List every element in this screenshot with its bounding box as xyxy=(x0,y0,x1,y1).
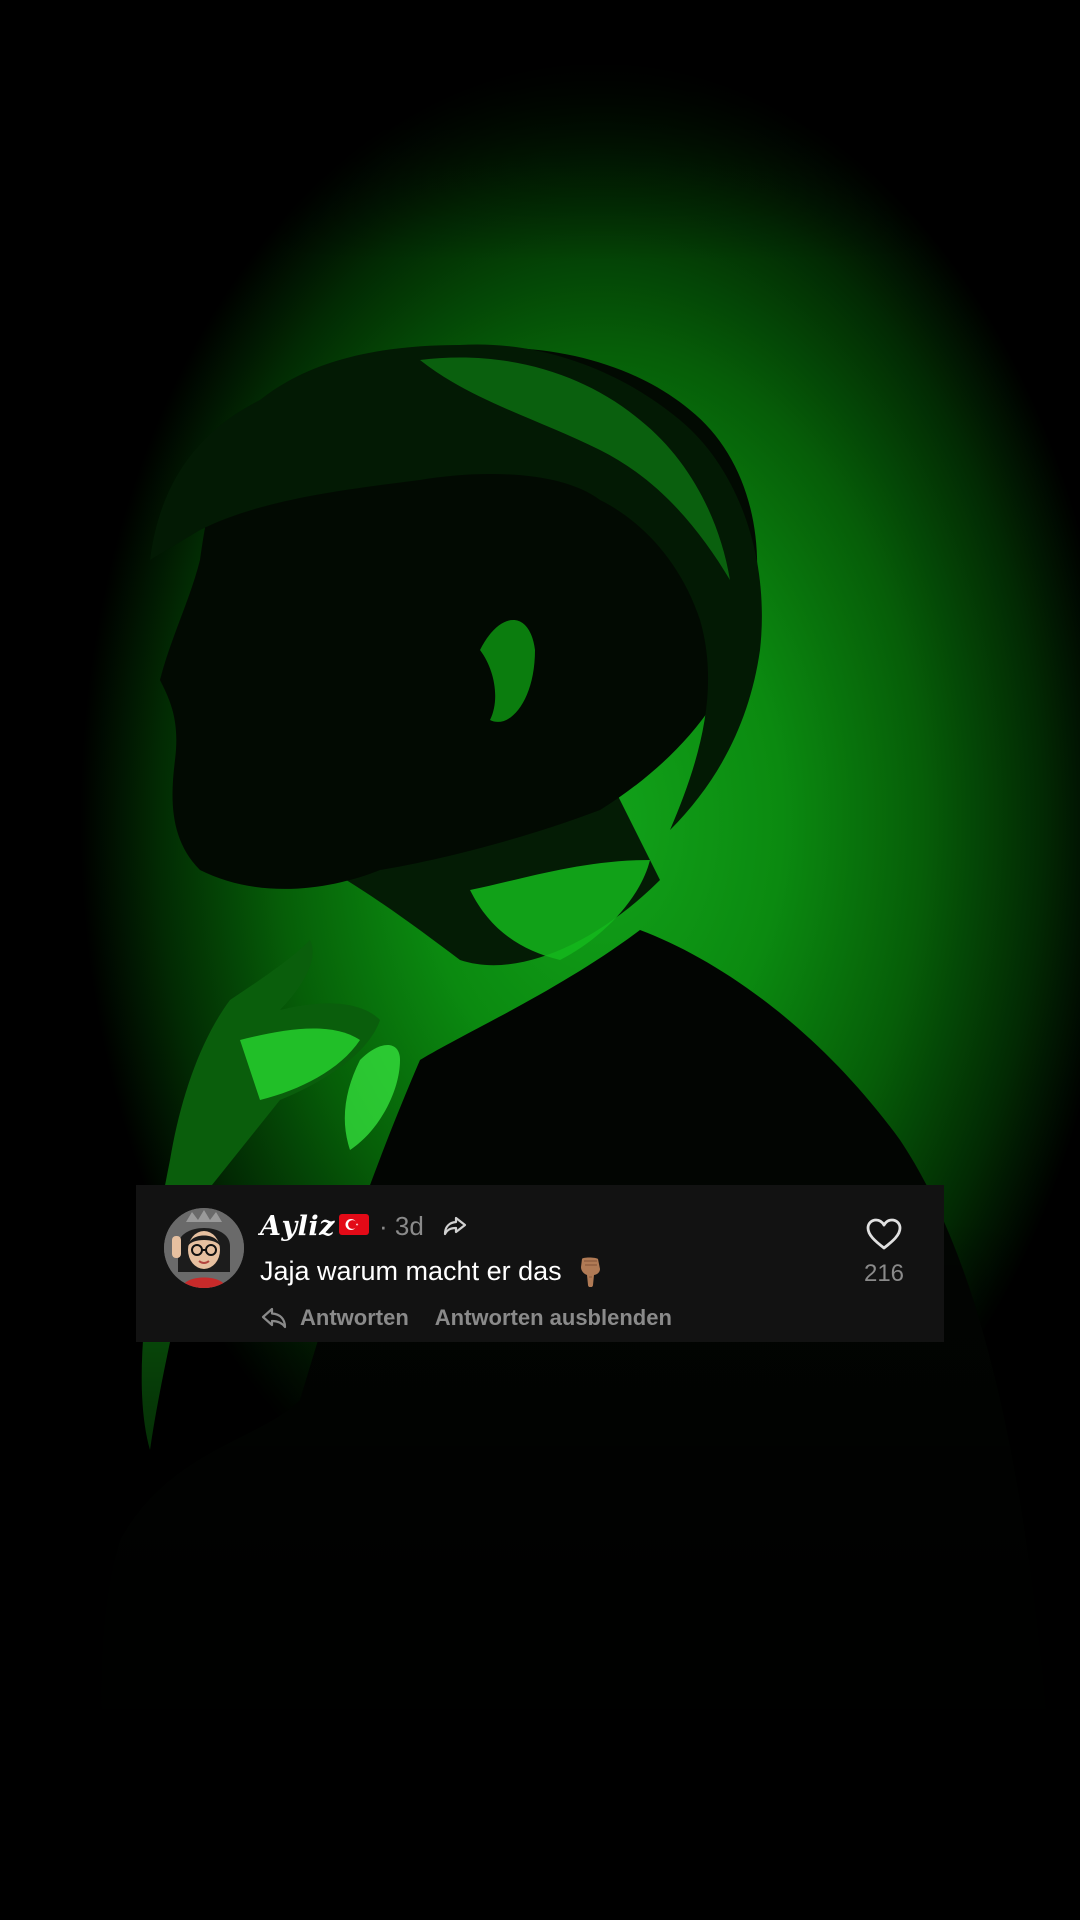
hide-replies-button[interactable]: Antworten ausblenden xyxy=(435,1305,672,1331)
avatar-bitmoji-icon xyxy=(164,1208,244,1288)
comment-text-row: Jaja warum macht er das xyxy=(260,1255,606,1288)
comment-timestamp: · 3d xyxy=(378,1210,424,1241)
turkey-flag-icon xyxy=(338,1213,369,1235)
share-arrow-icon[interactable] xyxy=(442,1213,468,1239)
like-area: 216 xyxy=(854,1217,914,1288)
hand-pointing-down-emoji xyxy=(576,1255,606,1288)
top-vignette xyxy=(0,0,1080,260)
reply-arrow-icon[interactable] xyxy=(260,1306,288,1330)
avatar[interactable] xyxy=(164,1208,244,1288)
reply-button[interactable]: Antworten xyxy=(300,1305,409,1331)
comment-text: Jaja warum macht er das xyxy=(260,1255,562,1286)
username[interactable]: 𝑨𝒚𝒍𝒊𝒛 xyxy=(260,1211,335,1242)
video-background xyxy=(0,0,1080,1920)
comment-card: 𝑨𝒚𝒍𝒊𝒛 · 3d Jaja warum macht er das Antwo… xyxy=(136,1185,944,1342)
comment-header: 𝑨𝒚𝒍𝒊𝒛 · 3d xyxy=(260,1209,468,1243)
heart-outline-icon[interactable] xyxy=(865,1217,903,1251)
like-count: 216 xyxy=(863,1260,905,1287)
comment-actions: Antworten Antworten ausblenden xyxy=(260,1305,672,1331)
